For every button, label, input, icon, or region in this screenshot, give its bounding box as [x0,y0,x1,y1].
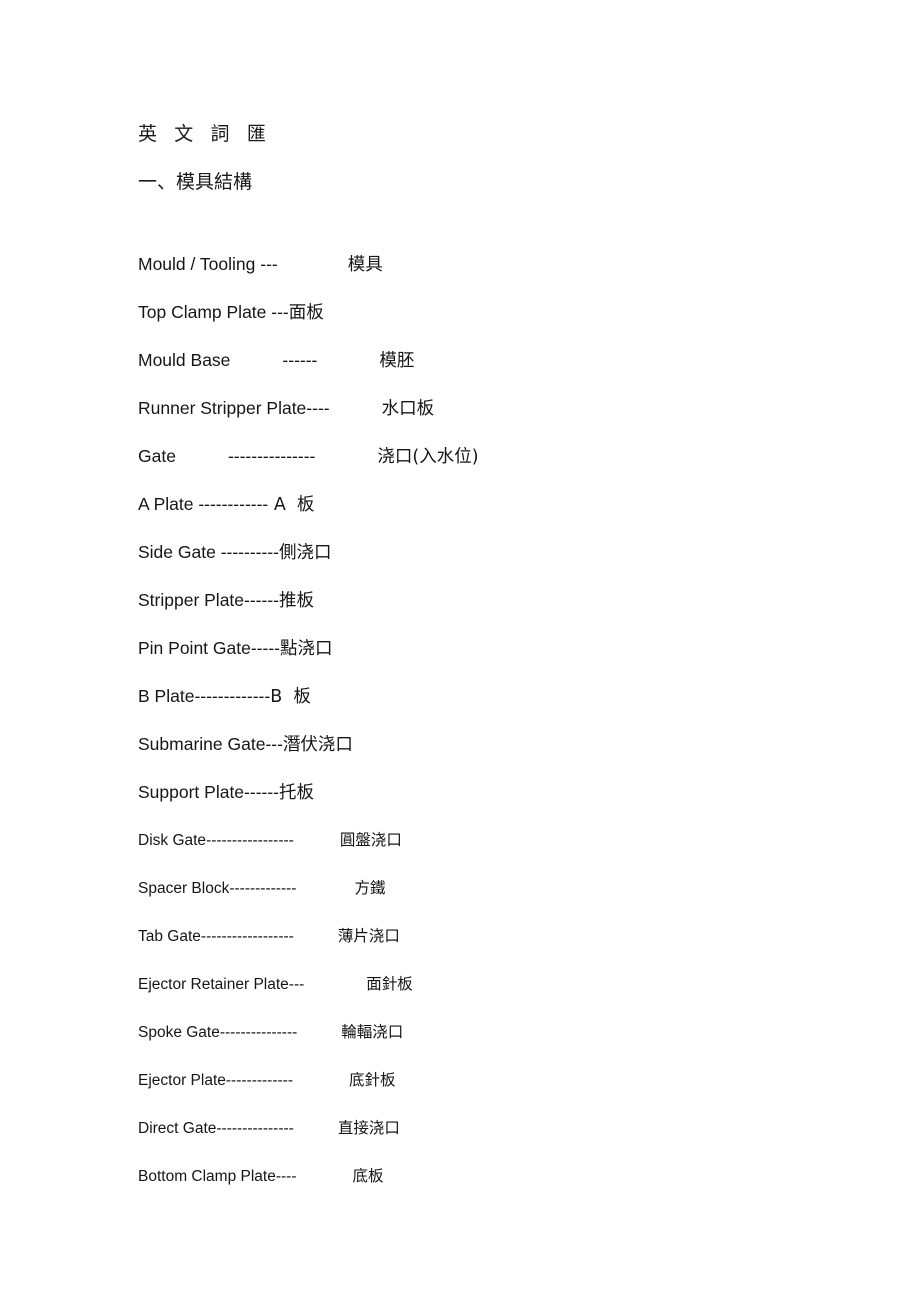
glossary-entry: Stripper Plate------推板 [138,576,878,624]
entry-term-english: A Plate [138,494,199,514]
entry-dash-leader: --- [271,302,289,322]
entry-term-chinese: 圓盤浇口 [339,831,402,849]
entry-dash-leader: --- [288,976,305,993]
glossary-entry: Gate --------------- 浇口(入水位) [138,432,878,480]
entry-term-english: Top Clamp Plate [138,302,272,322]
page-title: 英 文 詞 匯 [138,124,272,145]
glossary-entry: Side Gate ----------側浇口 [138,528,878,576]
entry-dash-leader: --------------- [219,1024,298,1041]
glossary-entry: Disk Gate----------------- 圓盤浇口 [138,816,878,864]
entry-dash-leader: ------ [244,590,279,610]
glossary-entry: Pin Point Gate-----點浇口 [138,624,878,672]
heading-block: 英 文 詞 匯 一、模具結構 [138,118,838,200]
entry-term-english: Disk Gate [138,832,207,849]
entry-term-chinese: 底針板 [349,1071,396,1089]
glossary-entry: Spoke Gate--------------- 輪輻浇口 [138,1008,878,1056]
entry-term-chinese: 模胚 [379,351,415,371]
glossary-entry: Support Plate------托板 [138,768,878,816]
entry-dash-leader: ------------- [225,1072,293,1089]
entry-term-english: Mould / Tooling [138,254,261,274]
entry-term-english: Submarine Gate [138,734,266,754]
entry-term-chinese: 輪輻浇口 [341,1023,404,1041]
entry-term-chinese: 方鐵 [354,879,386,897]
glossary-entry: Runner Stripper Plate---- 水口板 [138,384,878,432]
document-page: 英 文 詞 匯 一、模具結構 Mould / Tooling --- 模具 Top … [0,0,920,1302]
entry-dash-leader: --- [260,254,278,274]
entry-term-chinese: 水口板 [381,399,435,419]
glossary-entry: Top Clamp Plate ---面板 [138,288,878,336]
entry-term-english: Stripper Plate [138,590,245,610]
entry-term-chinese: 面針板 [366,975,413,993]
entry-term-chinese: 潛伏浇口 [282,735,353,755]
section-heading: 一、模具結構 [138,172,253,193]
entry-dash-leader: ---------- [220,542,279,562]
entry-term-english: Runner Stripper Plate [138,398,307,418]
entry-term-english: Spacer Block [138,880,230,897]
entry-term-english: Mould Base [138,350,231,370]
entry-dash-leader: --------------- [216,1120,294,1137]
entry-dash-leader: ----- [250,638,280,658]
entry-term-english: Bottom Clamp Plate [138,1168,276,1185]
entry-term-chinese: 點浇口 [280,639,333,659]
glossary-entry: Ejector Plate------------- 底針板 [138,1056,878,1104]
glossary-entry: Tab Gate------------------ 薄片浇口 [138,912,878,960]
glossary-entry: Mould / Tooling --- 模具 [138,240,878,288]
entry-term-english: Side Gate [138,542,221,562]
entry-term-english: Support Plate [138,782,245,802]
entry-term-chinese: 底板 [352,1167,384,1185]
entry-term-chinese: 直接浇口 [337,1119,400,1137]
entry-term-english: Ejector Retainer Plate [138,976,289,993]
glossary-entry: B Plate-------------B 板 [138,672,878,720]
entry-dash-leader: ------------------ [200,928,294,945]
entry-term-english: Spoke Gate [138,1024,220,1041]
glossary-entry: Spacer Block------------- 方鐵 [138,864,878,912]
entry-term-english: Tab Gate [138,928,201,945]
entry-term-chinese: 浇口(入水位) [377,447,479,467]
entry-dash-leader: --------------- [227,446,316,466]
entry-term-english: Direct Gate [138,1120,217,1137]
entry-term-english: Gate [138,446,176,466]
entry-dash-leader: ------ [244,782,280,802]
entry-term-chinese: 側浇口 [278,543,332,563]
glossary-list: Mould / Tooling --- 模具 Top Clamp Plate ---… [138,240,878,1200]
entry-dash-leader: ------------- [194,686,271,706]
entry-term-chinese: 托板 [279,783,315,803]
entry-dash-leader: ------------- [229,880,297,897]
entry-dash-leader: ----------------- [206,832,294,849]
entry-term-chinese: 推板 [279,591,314,611]
entry-term-english: B Plate [138,686,195,706]
entry-dash-leader: ---- [275,1168,297,1185]
glossary-entry: Direct Gate--------------- 直接浇口 [138,1104,878,1152]
glossary-entry: A Plate ------------ A 板 [138,480,878,528]
entry-term-english: Pin Point Gate [138,638,251,658]
glossary-entry: Ejector Retainer Plate--- 面針板 [138,960,878,1008]
entry-term-chinese: B 板 [270,687,311,707]
entry-term-chinese: 薄片浇口 [337,927,400,945]
entry-dash-leader: ------------ [198,494,269,514]
entry-term-chinese: A 板 [268,495,315,515]
entry-dash-leader: --- [265,734,283,754]
glossary-entry: Bottom Clamp Plate---- 底板 [138,1152,878,1200]
entry-dash-leader: ------ [282,350,318,370]
entry-term-chinese: 面板 [288,303,324,323]
entry-term-chinese: 模具 [347,255,383,275]
entry-dash-leader: ---- [306,398,330,418]
entry-term-english: Ejector Plate [138,1072,226,1089]
glossary-entry: Submarine Gate---潛伏浇口 [138,720,878,768]
glossary-entry: Mould Base ------ 模胚 [138,336,878,384]
